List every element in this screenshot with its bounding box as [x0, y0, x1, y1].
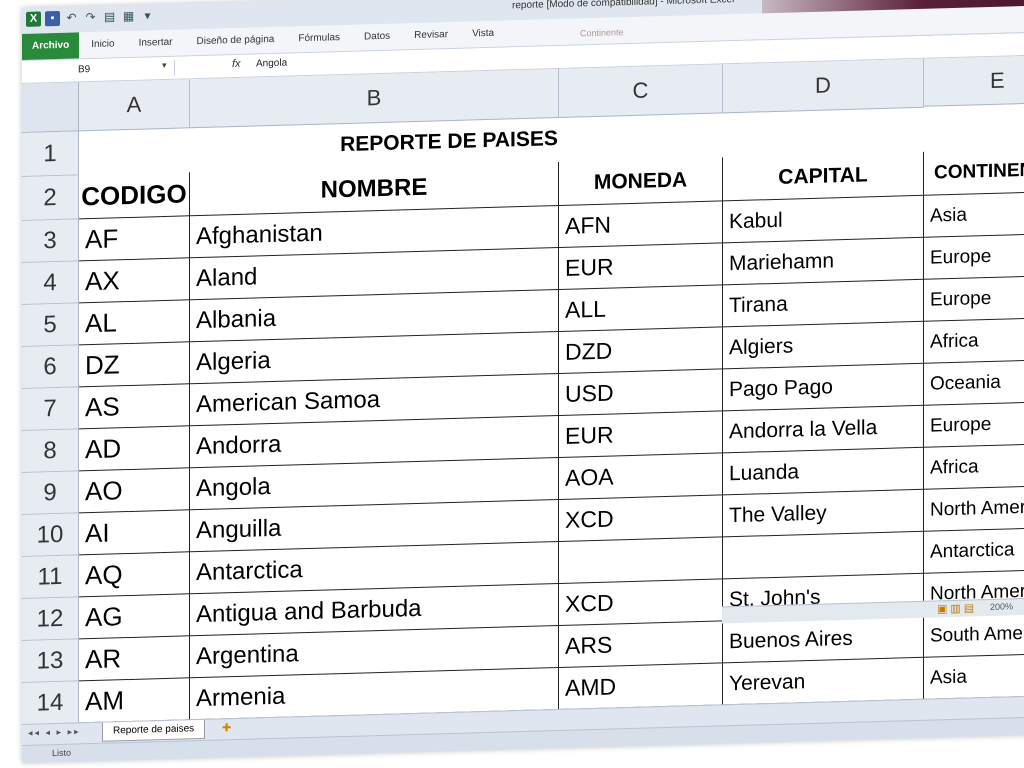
cell-currency[interactable]: EUR	[559, 243, 723, 291]
column-header-d[interactable]: D	[723, 58, 924, 114]
row-header[interactable]: 11	[22, 555, 79, 599]
cell-currency[interactable]: DZD	[559, 327, 723, 375]
cell-continent[interactable]: Oceania	[924, 357, 1024, 406]
tab-inicio[interactable]: Inicio	[79, 31, 126, 58]
quick-access-toolbar: X ▪ ↶ ↷ ▤ ▦ ▾	[26, 8, 155, 27]
cell-capital[interactable]: Andorra la Vella	[723, 405, 924, 454]
cell-currency[interactable]: AOA	[559, 453, 723, 501]
cell-currency[interactable]: EUR	[559, 411, 723, 459]
column-header-a[interactable]: A	[79, 79, 190, 132]
cell-continent[interactable]: Africa	[924, 315, 1024, 364]
cell-code[interactable]: AL	[79, 300, 190, 346]
print-preview-icon[interactable]: ▦	[121, 9, 136, 24]
cell-continent[interactable]: Europe	[924, 273, 1024, 322]
print-icon[interactable]: ▤	[102, 9, 117, 24]
tab-datos[interactable]: Datos	[352, 23, 402, 50]
cell-currency[interactable]	[559, 537, 723, 585]
cell-continent[interactable]: Europe	[924, 231, 1024, 280]
header-moneda[interactable]: MONEDA	[559, 157, 723, 207]
cell-continent[interactable]: Africa	[924, 441, 1024, 490]
window-title: reporte [Modo de compatibilidad] - Micro…	[512, 0, 735, 12]
row-header[interactable]: 3	[22, 219, 79, 263]
row-header[interactable]: 12	[22, 597, 79, 641]
status-text: Listo	[52, 747, 72, 759]
row-header[interactable]: 6	[22, 345, 79, 389]
cell-code[interactable]: AS	[79, 384, 190, 430]
cell-currency[interactable]: XCD	[559, 495, 723, 543]
cell-capital[interactable]: Pago Pago	[723, 363, 924, 412]
row-header[interactable]: 13	[22, 639, 79, 683]
cell-capital[interactable]: Yerevan	[723, 657, 924, 706]
cell-code[interactable]: AQ	[79, 552, 190, 598]
cell-currency[interactable]: AFN	[559, 201, 723, 249]
cell-code[interactable]: AO	[79, 468, 190, 514]
redo-icon[interactable]: ↷	[83, 10, 98, 25]
cell-capital[interactable]: Algiers	[723, 321, 924, 370]
cell-capital[interactable]: Buenos Aires	[723, 615, 924, 664]
tab-archivo[interactable]: Archivo	[22, 32, 80, 60]
contextual-label: Continente	[580, 27, 624, 39]
cell-code[interactable]: AM	[79, 678, 190, 724]
cell-capital[interactable]: Tirana	[723, 279, 924, 328]
cell-code[interactable]: DZ	[79, 342, 190, 388]
row-header[interactable]: 14	[22, 681, 79, 725]
cell-continent[interactable]: Asia	[924, 651, 1024, 700]
excel-logo-icon[interactable]: X	[26, 11, 41, 27]
cell-currency[interactable]: ALL	[559, 285, 723, 333]
save-icon[interactable]: ▪	[45, 10, 60, 27]
excel-window: X ▪ ↶ ↷ ▤ ▦ ▾ reporte [Modo de compatibi…	[22, 0, 1024, 763]
cell-code[interactable]: AD	[79, 426, 190, 472]
column-header-c[interactable]: C	[559, 64, 723, 119]
row-header[interactable]: 9	[22, 471, 79, 515]
cell-currency[interactable]: ARS	[559, 621, 723, 669]
undo-icon[interactable]: ↶	[64, 10, 79, 25]
row-header[interactable]: 10	[22, 513, 79, 557]
cell-capital[interactable]: Kabul	[723, 195, 924, 244]
cell-capital[interactable]: The Valley	[723, 489, 924, 538]
select-all-corner[interactable]	[22, 82, 79, 133]
tab-revisar[interactable]: Revisar	[402, 22, 460, 50]
tab-diseno-de-pagina[interactable]: Diseño de página	[185, 27, 287, 56]
insert-sheet-icon[interactable]: ✚	[222, 721, 231, 734]
cell-continent[interactable]: Asia	[924, 189, 1024, 238]
worksheet-grid[interactable]: A B C D E 1 2 3 4 5 6 7 8 9 10 11 12 13 …	[22, 52, 1024, 725]
sheet-nav-arrows-icon[interactable]: ◂◂ ◂ ▸ ▸▸	[28, 726, 81, 738]
cell-capital[interactable]	[723, 531, 924, 580]
cell-code[interactable]: AI	[79, 510, 190, 556]
zoom-level[interactable]: 200%	[990, 601, 1013, 612]
tab-insertar[interactable]: Insertar	[127, 29, 185, 57]
cell-continent[interactable]: Europe	[924, 399, 1024, 448]
row-header[interactable]: 4	[22, 261, 79, 305]
screen: X ▪ ↶ ↷ ▤ ▦ ▾ reporte [Modo de compatibi…	[0, 0, 1024, 768]
row-header[interactable]: 7	[22, 387, 79, 431]
row-header[interactable]: 5	[22, 303, 79, 347]
cell-capital[interactable]: Mariehamn	[723, 237, 924, 286]
cell-currency[interactable]: USD	[559, 369, 723, 417]
name-box[interactable]: B9	[78, 59, 175, 79]
header-capital[interactable]: CAPITAL	[723, 151, 924, 202]
cell-continent[interactable]: Antarctica	[924, 525, 1024, 574]
cell-capital[interactable]: Luanda	[723, 447, 924, 496]
header-continente[interactable]: CONTINENTE	[924, 145, 1024, 196]
customize-qat-icon[interactable]: ▾	[140, 8, 155, 23]
view-mode-icons[interactable]: ▣▥▤	[937, 601, 977, 615]
formula-input[interactable]: Angola	[256, 58, 287, 70]
column-header-e[interactable]: E	[924, 52, 1024, 107]
tab-vista[interactable]: Vista	[460, 20, 506, 47]
tab-formulas[interactable]: Fórmulas	[286, 25, 352, 53]
cell-code[interactable]: AX	[79, 258, 190, 304]
fx-icon[interactable]: fx	[232, 58, 241, 70]
row-header[interactable]: 1	[22, 131, 79, 177]
cell-currency[interactable]: XCD	[559, 579, 723, 627]
cell-code[interactable]: AG	[79, 594, 190, 640]
cell-code[interactable]: AR	[79, 636, 190, 682]
cell-currency[interactable]: AMD	[559, 663, 723, 711]
header-codigo[interactable]: CODIGO	[79, 172, 190, 220]
cell-continent[interactable]: North America	[924, 483, 1024, 532]
chevron-down-icon[interactable]: ▾	[162, 60, 167, 71]
row-header[interactable]: 2	[22, 175, 79, 221]
row-header[interactable]: 8	[22, 429, 79, 473]
sheet-tab-reporte[interactable]: Reporte de paises	[102, 719, 206, 742]
cell-code[interactable]: AF	[79, 216, 190, 262]
